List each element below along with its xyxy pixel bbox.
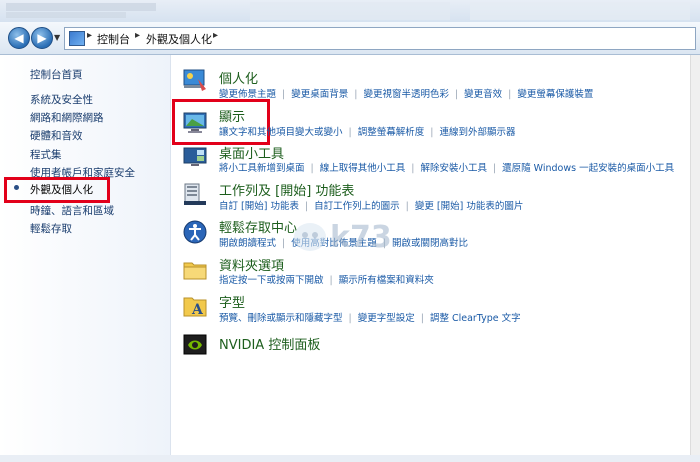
category-title-personalization[interactable]: 個人化 (219, 68, 258, 87)
link-divider: | (411, 163, 415, 174)
highlight-box (4, 177, 110, 203)
link-divider: | (420, 313, 424, 324)
folder-options-icon (183, 262, 207, 280)
ease-of-access-icon (183, 220, 207, 244)
link-external-display[interactable]: 連線到外部顯示器 (439, 127, 515, 138)
sidebar: 控制台首頁 系統及安全性 網路和網際網路 硬體和音效 程式集 使用者帳戶和家庭安… (0, 55, 171, 462)
background-window (250, 2, 450, 20)
link-add-gadgets[interactable]: 將小工具新增到桌面 (219, 163, 305, 174)
link-uninstall-gadget[interactable]: 解除安裝小工具 (420, 163, 487, 174)
fonts-icon: A (183, 297, 207, 318)
link-preview-fonts[interactable]: 預覽、刪除或顯示和隱藏字型 (219, 313, 343, 324)
link-single-click[interactable]: 指定按一下或按兩下開啟 (219, 275, 324, 286)
sidebar-item-hardware[interactable]: 硬體和音效 (30, 128, 83, 143)
link-narrator[interactable]: 開啟朗讀程式 (219, 238, 276, 249)
link-divider: | (508, 89, 512, 100)
link-divider: | (329, 275, 333, 286)
address-bar[interactable]: ▸ 控制台 ▸ 外觀及個人化 ▸ (64, 27, 696, 50)
watermark: k73 (290, 215, 450, 255)
link-resolution[interactable]: 調整螢幕解析度 (358, 127, 425, 138)
link-change-theme[interactable]: 變更佈景主題 (219, 89, 276, 100)
link-divider: | (405, 201, 409, 212)
back-button[interactable]: ◀ (8, 27, 30, 49)
recent-pages-dropdown[interactable]: ▼ (54, 33, 60, 42)
watermark-text: k73 (330, 220, 392, 255)
link-change-sounds[interactable]: 變更音效 (464, 89, 502, 100)
breadcrumb-separator-icon[interactable]: ▸ (213, 30, 218, 41)
category-links-taskbar: 自訂 [開始] 功能表 | 自訂工作列上的圖示 | 變更 [開始] 功能表的圖片 (219, 198, 523, 212)
category-title-taskbar[interactable]: 工作列及 [開始] 功能表 (219, 180, 354, 199)
sidebar-item-system-security[interactable]: 系統及安全性 (30, 92, 93, 107)
category-links-display: 讓文字和其他項目變大或變小 | 調整螢幕解析度 | 連線到外部顯示器 (219, 124, 515, 138)
link-divider: | (354, 89, 358, 100)
link-divider: | (492, 163, 497, 174)
link-change-background[interactable]: 變更桌面背景 (291, 89, 348, 100)
category-links-gadgets: 將小工具新增到桌面 | 線上取得其他小工具 | 解除安裝小工具 | 還原隨 Windows … (219, 160, 674, 174)
link-divider: | (348, 313, 352, 324)
window-title-strip (0, 0, 700, 23)
link-get-gadgets-online[interactable]: 線上取得其他小工具 (320, 163, 406, 174)
sidebar-item-programs[interactable]: 程式集 (30, 147, 62, 162)
category-title-fonts[interactable]: 字型 (219, 292, 245, 311)
link-screensaver[interactable]: 變更螢幕保護裝置 (517, 89, 593, 100)
category-title-ease-of-access[interactable]: 輕鬆存取中心 (219, 217, 297, 236)
gadgets-icon (183, 147, 207, 166)
breadcrumb-separator-icon[interactable]: ▸ (135, 30, 140, 41)
nvidia-icon (183, 334, 207, 355)
forward-button[interactable]: ▶ (31, 27, 53, 49)
link-font-settings[interactable]: 變更字型設定 (358, 313, 415, 324)
blurred-title (6, 3, 156, 11)
link-change-start-picture[interactable]: 變更 [開始] 功能表的圖片 (415, 201, 523, 212)
personalization-icon (183, 69, 206, 91)
category-title-display[interactable]: 顯示 (219, 106, 245, 125)
blurred-subtitle (6, 12, 126, 18)
link-divider: | (454, 89, 459, 100)
sidebar-item-ease-of-access[interactable]: 輕鬆存取 (30, 221, 72, 236)
link-divider: | (304, 201, 309, 212)
navigation-bar: ◀ ▶ ▼ ▸ 控制台 ▸ 外觀及個人化 ▸ (0, 22, 700, 55)
breadcrumb-separator-icon[interactable]: ▸ (87, 30, 92, 41)
category-title-nvidia[interactable]: NVIDIA 控制面板 (219, 334, 320, 353)
sidebar-item-clock-region[interactable]: 時鐘、語言和區域 (30, 203, 114, 218)
category-links-folder-options: 指定按一下或按兩下開啟 | 顯示所有檔案和資料夾 (219, 272, 434, 286)
category-links-fonts: 預覽、刪除或顯示和隱藏字型 | 變更字型設定 | 調整 ClearType 文字 (219, 310, 521, 324)
link-show-hidden-files[interactable]: 顯示所有檔案和資料夾 (339, 275, 434, 286)
link-window-color[interactable]: 變更視窗半透明色彩 (363, 89, 449, 100)
link-divider: | (282, 89, 286, 100)
sidebar-item-home[interactable]: 控制台首頁 (30, 67, 83, 82)
link-cleartype[interactable]: 調整 ClearType 文字 (430, 313, 521, 324)
control-panel-icon (69, 31, 85, 46)
svg-text:A: A (191, 302, 204, 318)
link-divider: | (348, 127, 352, 138)
breadcrumb-appearance[interactable]: 外觀及個人化 (146, 31, 212, 47)
sidebar-item-network[interactable]: 網路和網際網路 (30, 110, 104, 125)
link-divider: | (282, 238, 286, 249)
display-icon (183, 112, 207, 133)
link-divider: | (430, 127, 434, 138)
vertical-scrollbar[interactable] (690, 55, 700, 462)
link-customize-tray-icons[interactable]: 自訂工作列上的圖示 (314, 201, 400, 212)
link-customize-start[interactable]: 自訂 [開始] 功能表 (219, 201, 299, 212)
background-window (470, 2, 690, 20)
link-divider: | (310, 163, 314, 174)
bottom-border (0, 455, 700, 462)
link-restore-gadgets[interactable]: 還原隨 Windows 一起安裝的桌面小工具 (502, 163, 674, 174)
link-text-size[interactable]: 讓文字和其他項目變大或變小 (219, 127, 343, 138)
taskbar-icon (184, 183, 206, 205)
breadcrumb-control-panel[interactable]: 控制台 (97, 31, 130, 47)
category-links-personalization: 變更佈景主題 | 變更桌面背景 | 變更視窗半透明色彩 | 變更音效 | 變更螢幕保護裝置 (219, 86, 593, 100)
